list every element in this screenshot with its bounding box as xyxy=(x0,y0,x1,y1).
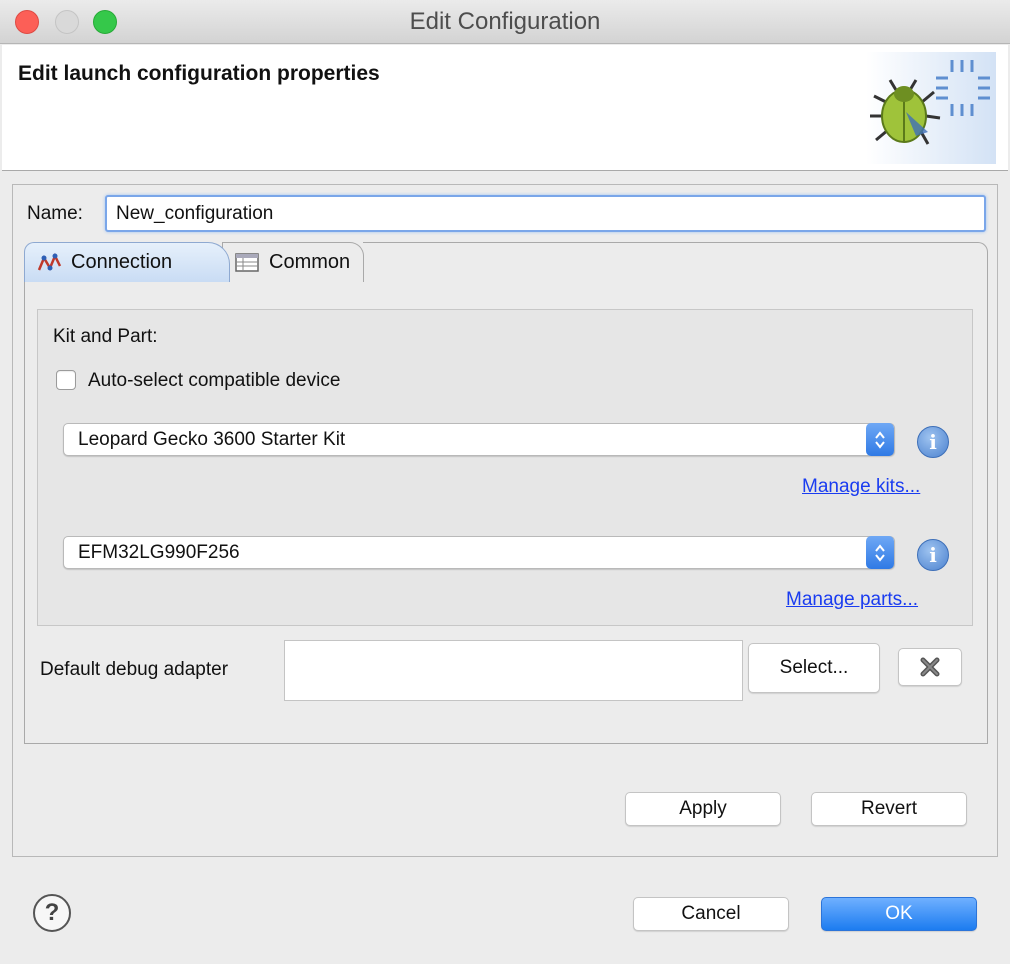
clear-x-icon xyxy=(920,657,940,677)
part-info-icon[interactable]: i xyxy=(917,539,949,571)
name-label: Name: xyxy=(27,203,83,224)
tab-common-label: Common xyxy=(269,251,351,273)
tab-strip xyxy=(363,242,988,282)
cancel-button[interactable]: Cancel xyxy=(633,897,789,931)
tab-connection-label: Connection xyxy=(71,251,173,273)
apply-button[interactable]: Apply xyxy=(625,792,781,826)
kit-and-part-group xyxy=(37,309,973,626)
part-select[interactable]: EFM32LG990F256 xyxy=(63,536,895,569)
window-title: Edit Configuration xyxy=(409,8,601,35)
kit-info-icon[interactable]: i xyxy=(917,426,949,458)
table-icon xyxy=(233,252,261,274)
auto-select-label: Auto-select compatible device xyxy=(88,370,341,391)
debug-bug-icon xyxy=(866,52,996,164)
kit-and-part-label: Kit and Part: xyxy=(53,326,158,347)
name-input[interactable] xyxy=(105,195,986,232)
connection-icon xyxy=(35,252,63,274)
tab-connection[interactable]: Connection xyxy=(24,242,230,282)
part-select-arrows-icon[interactable] xyxy=(866,536,894,569)
kit-select-arrows-icon[interactable] xyxy=(866,423,894,456)
revert-button[interactable]: Revert xyxy=(811,792,967,826)
auto-select-checkbox[interactable] xyxy=(56,370,76,390)
manage-kits-link[interactable]: Manage kits... xyxy=(802,476,920,498)
debug-adapter-label: Default debug adapter xyxy=(40,659,229,680)
select-adapter-button[interactable]: Select... xyxy=(748,643,880,693)
clear-adapter-button[interactable] xyxy=(898,648,962,686)
ok-button[interactable]: OK xyxy=(821,897,977,931)
manage-parts-link[interactable]: Manage parts... xyxy=(786,589,918,611)
tab-common[interactable]: Common xyxy=(222,242,364,282)
kit-select[interactable]: Leopard Gecko 3600 Starter Kit xyxy=(63,423,895,456)
header-title: Edit launch configuration properties xyxy=(18,62,380,85)
help-icon[interactable]: ? xyxy=(33,894,71,932)
debug-adapter-field[interactable] xyxy=(284,640,743,701)
